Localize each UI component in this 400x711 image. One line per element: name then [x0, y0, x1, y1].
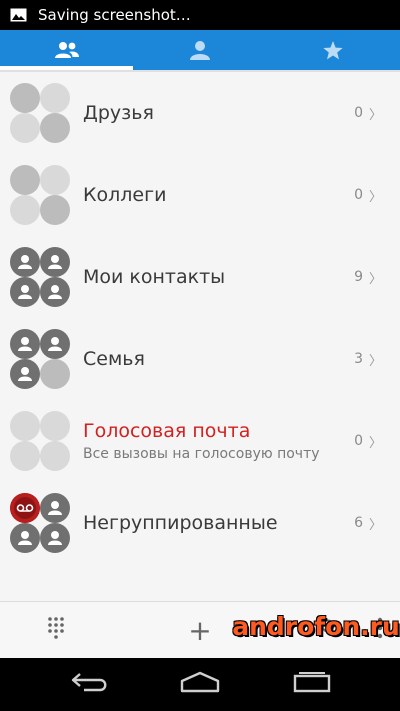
- group-row-voicemail[interactable]: Голосовая почта Все вызовы на голосовую …: [0, 400, 400, 482]
- row-text: Коллеги: [83, 184, 166, 206]
- group-avatar: [10, 492, 71, 554]
- group-avatar: [10, 246, 71, 308]
- app-root: Saving screenshot… Друзья 0 〉 Коллеги 0 …: [0, 0, 400, 711]
- avatar-placeholder: [40, 358, 70, 389]
- back-icon: [70, 671, 110, 698]
- image-icon: [10, 8, 27, 22]
- recent-apps-icon: [292, 671, 332, 698]
- count-value: 0: [354, 187, 363, 203]
- status-text: Saving screenshot…: [38, 6, 191, 24]
- contact-avatar-icon: [40, 246, 70, 277]
- tab-groups[interactable]: [0, 30, 134, 70]
- group-row-family[interactable]: Семья 3 〉: [0, 318, 400, 400]
- avatar-placeholder: [40, 410, 70, 441]
- chevron-right-icon: 〉: [368, 435, 382, 451]
- row-text: Негруппированные: [83, 512, 278, 534]
- avatar-placeholder: [10, 440, 40, 471]
- dialpad-button[interactable]: [36, 602, 76, 659]
- group-name: Друзья: [83, 102, 154, 124]
- group-list: Друзья 0 〉 Коллеги 0 〉 Мои контакты 9 〉 …: [0, 72, 400, 564]
- recent-apps-button[interactable]: [284, 658, 340, 711]
- group-count: 0 〉: [354, 104, 382, 123]
- group-name: Семья: [83, 348, 145, 370]
- group-avatar: [10, 82, 71, 144]
- avatar-placeholder: [10, 410, 40, 441]
- group-count: 9 〉: [354, 268, 382, 287]
- watermark: androfon.ru: [232, 611, 400, 641]
- group-row-ungrouped[interactable]: Негруппированные 6 〉: [0, 482, 400, 564]
- group-row-colleagues[interactable]: Коллеги 0 〉: [0, 154, 400, 236]
- contact-avatar-icon: [10, 328, 40, 359]
- group-subtitle: Все вызовы на голосовую почту: [83, 446, 320, 462]
- navigation-bar: [0, 658, 400, 711]
- home-icon: [179, 671, 221, 698]
- group-avatar: [10, 164, 71, 226]
- avatar-placeholder: [40, 112, 70, 143]
- row-text: Мои контакты: [83, 266, 225, 288]
- group-name: Мои контакты: [83, 266, 226, 288]
- avatar-placeholder: [10, 112, 40, 143]
- row-text: Друзья: [83, 102, 154, 124]
- group-count: 3 〉: [354, 350, 382, 369]
- count-value: 6: [354, 515, 363, 531]
- tab-bar: [0, 30, 400, 70]
- chevron-right-icon: 〉: [368, 353, 382, 369]
- avatar-placeholder: [10, 82, 40, 113]
- contact-avatar-icon: [10, 246, 40, 277]
- avatar-placeholder: [40, 440, 70, 471]
- count-value: 3: [354, 351, 363, 367]
- home-button[interactable]: [172, 658, 228, 711]
- dialpad-icon: [47, 616, 65, 645]
- chevron-right-icon: 〉: [368, 189, 382, 205]
- group-icon: [54, 40, 80, 60]
- person-icon: [189, 40, 211, 60]
- row-text: Голосовая почта Все вызовы на голосовую …: [83, 420, 320, 462]
- group-avatar: [10, 328, 71, 390]
- contact-avatar-icon: [10, 276, 40, 307]
- back-button[interactable]: [62, 658, 118, 711]
- group-row-friends[interactable]: Друзья 0 〉: [0, 72, 400, 154]
- status-bar: Saving screenshot…: [0, 0, 400, 30]
- avatar-placeholder: [40, 82, 70, 113]
- avatar-placeholder: [40, 194, 70, 225]
- group-count: 0 〉: [354, 186, 382, 205]
- contact-avatar-icon: [40, 276, 70, 307]
- contact-avatar-icon: [10, 358, 40, 389]
- chevron-right-icon: 〉: [368, 271, 382, 287]
- group-row-my-contacts[interactable]: Мои контакты 9 〉: [0, 236, 400, 318]
- row-text: Семья: [83, 348, 145, 370]
- contact-avatar-icon: [40, 328, 70, 359]
- tab-favorites[interactable]: [267, 30, 400, 70]
- chevron-right-icon: 〉: [368, 107, 382, 123]
- contact-avatar-icon: [40, 522, 70, 553]
- avatar-placeholder: [10, 194, 40, 225]
- avatar-placeholder: [40, 164, 70, 195]
- group-count: 0 〉: [354, 432, 382, 451]
- group-avatar: [10, 410, 71, 472]
- star-icon: [322, 40, 344, 61]
- tab-contacts[interactable]: [133, 30, 266, 70]
- group-name: Коллеги: [83, 184, 167, 206]
- count-value: 0: [354, 433, 363, 449]
- count-value: 0: [354, 105, 363, 121]
- group-name: Голосовая почта: [83, 420, 251, 442]
- contact-avatar-icon: [10, 522, 40, 553]
- group-name: Негруппированные: [83, 512, 278, 534]
- chevron-right-icon: 〉: [368, 517, 382, 533]
- avatar-placeholder: [10, 164, 40, 195]
- count-value: 9: [354, 269, 363, 285]
- voicemail-icon: [10, 492, 40, 523]
- group-count: 6 〉: [354, 514, 382, 533]
- add-group-button[interactable]: +: [180, 602, 220, 659]
- contact-avatar-icon: [40, 492, 70, 523]
